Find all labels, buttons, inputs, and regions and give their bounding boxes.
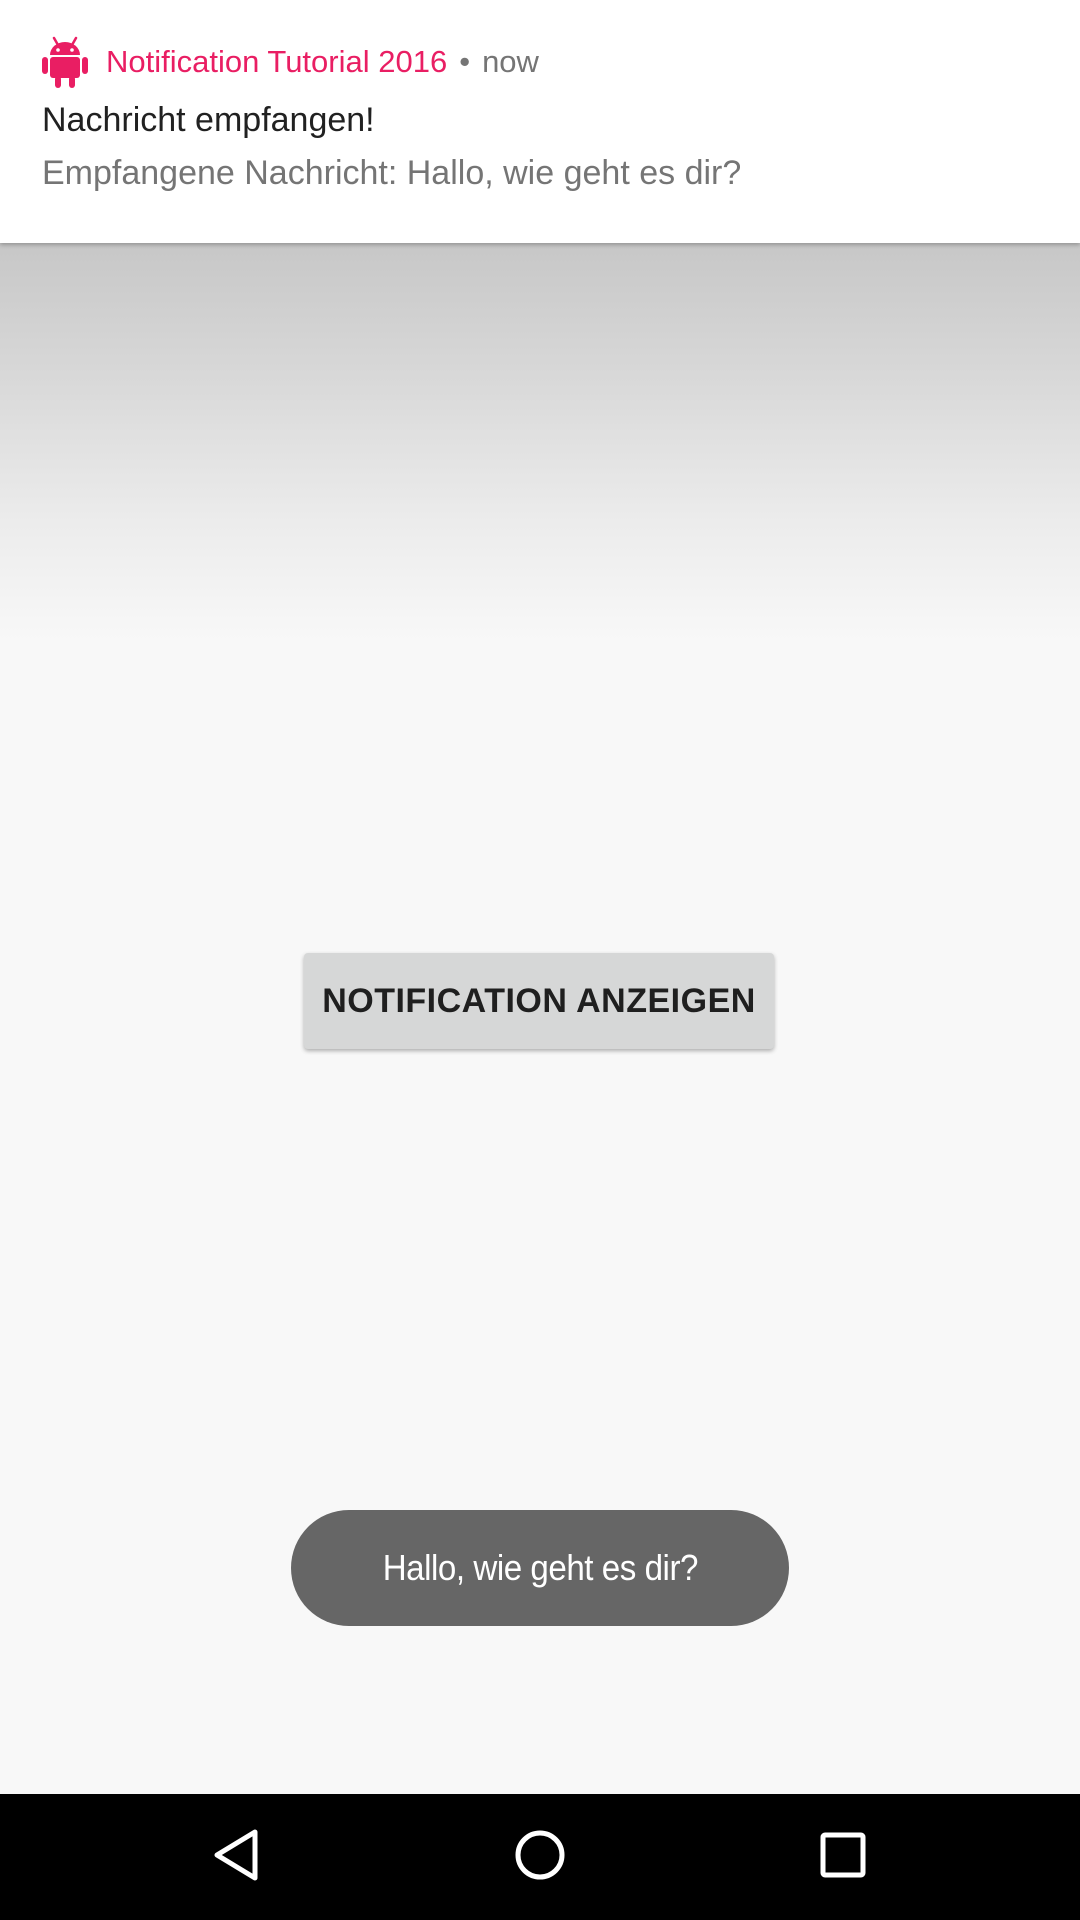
show-notification-button[interactable]: NOTIFICATION ANZEIGEN: [304, 953, 774, 1049]
recents-square-icon: [818, 1830, 868, 1885]
notification-text: Empfangene Nachricht: Hallo, wie geht es…: [42, 154, 742, 192]
notification-shade-gradient: [0, 243, 1080, 643]
android-icon: [42, 36, 88, 88]
notification-header: Notification Tutorial 2016 • now: [42, 36, 539, 88]
back-triangle-icon: [211, 1828, 261, 1887]
notification-title: Nachricht empfangen!: [42, 101, 375, 139]
app-screen: Notification Tutorial 2016 • now Nachric…: [0, 0, 1080, 1920]
toast-text: Hallo, wie geht es dir?: [382, 1547, 698, 1588]
navigation-bar: [0, 1794, 1080, 1920]
header-separator: •: [459, 44, 471, 79]
notification-app-name: Notification Tutorial 2016: [106, 44, 448, 79]
home-button[interactable]: [480, 1794, 600, 1920]
toast-message: Hallo, wie geht es dir?: [291, 1510, 789, 1626]
recents-button[interactable]: [783, 1794, 903, 1920]
notification-card[interactable]: Notification Tutorial 2016 • now Nachric…: [0, 0, 1080, 243]
notification-timestamp: now: [482, 44, 539, 79]
home-circle-icon: [513, 1828, 567, 1887]
back-button[interactable]: [176, 1794, 296, 1920]
